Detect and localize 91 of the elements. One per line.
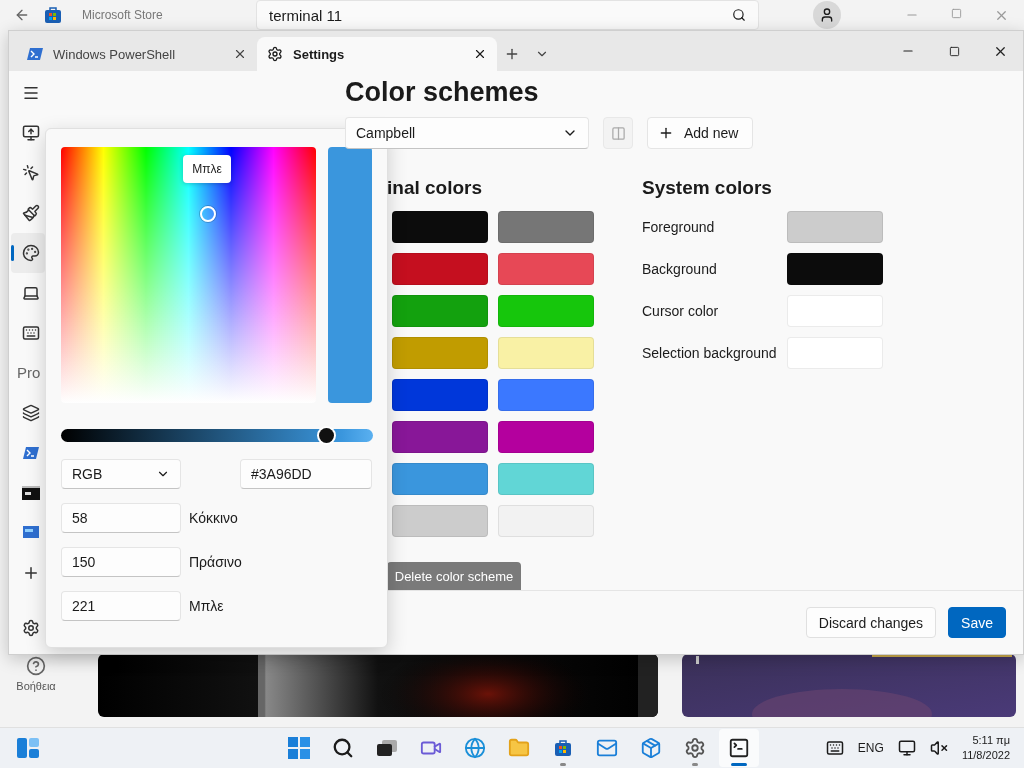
field-label: Μπλε — [189, 598, 224, 614]
field-label: Κόκκινο — [189, 510, 238, 526]
input-field[interactable]: 58 — [61, 503, 181, 533]
mail-icon[interactable] — [596, 737, 618, 759]
settings-icon — [267, 46, 283, 62]
color-swatch[interactable] — [392, 379, 488, 411]
color-swatch[interactable] — [392, 295, 488, 327]
widgets-icon[interactable] — [16, 737, 40, 759]
settings-icon[interactable] — [22, 619, 40, 637]
menu-icon — [22, 84, 40, 102]
monitor-arrow-icon — [22, 124, 40, 142]
window-title: Microsoft Store — [82, 8, 164, 22]
sidebar-item[interactable] — [11, 233, 45, 273]
globe-icon[interactable] — [464, 737, 486, 759]
add-new-button[interactable]: Add new — [647, 117, 754, 149]
add-icon[interactable] — [22, 564, 40, 582]
field-label: Πράσινο — [189, 554, 242, 570]
tab[interactable]: Windows PowerShell — [17, 37, 257, 71]
color-label: Background — [642, 261, 718, 277]
powershell-icon — [27, 47, 43, 61]
keyboard-icon[interactable] — [825, 739, 844, 757]
input-field[interactable]: 221 — [61, 591, 181, 621]
plus-icon — [658, 125, 674, 141]
package-icon[interactable] — [640, 737, 662, 759]
clock[interactable]: 5:11 πμ 11/8/2022 — [961, 733, 1010, 763]
paintbrush-icon — [22, 204, 40, 222]
maximize-icon[interactable] — [948, 45, 960, 57]
brightness-slider[interactable] — [61, 429, 373, 442]
keyboard-icon — [22, 324, 40, 342]
language-indicator[interactable]: ENG — [857, 741, 884, 755]
avatar[interactable] — [813, 1, 841, 29]
mode-dropdown[interactable]: RGB — [61, 459, 181, 489]
color-label: Cursor color — [642, 303, 720, 319]
color-label: Selection background — [642, 345, 778, 361]
section-title: inal colors — [387, 177, 484, 200]
slider-thumb[interactable] — [319, 428, 335, 443]
color-swatch[interactable] — [787, 253, 883, 285]
laptop-icon — [22, 284, 40, 302]
color-swatch[interactable] — [392, 337, 488, 369]
back-icon[interactable] — [14, 7, 30, 23]
mute-icon[interactable] — [929, 739, 948, 757]
scheme-dropdown[interactable]: Campbell — [345, 117, 589, 149]
powershell-icon — [23, 446, 39, 460]
search-icon[interactable] — [332, 737, 354, 759]
search-field[interactable]: terminal 11 — [256, 0, 759, 30]
color-swatch[interactable] — [392, 505, 488, 537]
palette-icon — [22, 244, 40, 262]
color-swatch[interactable] — [498, 463, 594, 495]
close-tab-icon[interactable] — [233, 47, 247, 61]
help-icon[interactable] — [26, 656, 46, 677]
split-icon — [610, 125, 626, 141]
pointer-click-icon — [22, 164, 40, 182]
color-swatch[interactable] — [498, 211, 594, 243]
task-view-icon[interactable] — [376, 738, 398, 758]
hex-field[interactable]: #3A96DD — [240, 459, 372, 489]
network-icon[interactable] — [897, 739, 916, 757]
color-spectrum[interactable]: Μπλε — [61, 147, 317, 403]
color-swatch[interactable] — [498, 253, 594, 285]
terminal-window-icon — [23, 526, 39, 540]
save-button[interactable]: Save — [948, 607, 1006, 638]
search-icon[interactable] — [732, 8, 746, 22]
section-label: Pro — [16, 363, 42, 383]
color-swatch[interactable] — [392, 463, 488, 495]
input-field[interactable]: 150 — [61, 547, 181, 577]
color-swatch[interactable] — [498, 505, 594, 537]
color-swatch[interactable] — [498, 295, 594, 327]
store-icon — [44, 6, 62, 24]
delete-button[interactable]: Delete color scheme — [387, 562, 521, 590]
command-prompt-icon — [22, 486, 40, 500]
discard-button[interactable]: Discard changes — [805, 607, 937, 638]
tooltip: Μπλε — [183, 155, 231, 183]
color-swatch[interactable] — [392, 421, 488, 453]
tab[interactable]: Settings — [257, 37, 497, 71]
settings-icon[interactable] — [684, 737, 706, 759]
color-swatch[interactable] — [392, 253, 488, 285]
picker-handle[interactable] — [200, 206, 216, 222]
terminal-icon[interactable] — [728, 737, 750, 759]
store-icon[interactable] — [554, 739, 572, 757]
color-swatch[interactable] — [392, 211, 488, 243]
start-icon[interactable] — [288, 737, 310, 759]
section-title: System colors — [642, 177, 773, 200]
color-swatch[interactable] — [498, 421, 594, 453]
close-tab-icon[interactable] — [473, 47, 487, 61]
color-swatch[interactable] — [498, 379, 594, 411]
color-swatch[interactable] — [787, 211, 883, 243]
color-swatch[interactable] — [498, 337, 594, 369]
color-label: Foreground — [642, 219, 716, 235]
layers-icon — [22, 404, 40, 422]
new-tab-icon[interactable] — [504, 46, 520, 62]
help-label[interactable]: Βοήθεια — [16, 680, 56, 693]
page-title: Color schemes — [345, 77, 540, 109]
